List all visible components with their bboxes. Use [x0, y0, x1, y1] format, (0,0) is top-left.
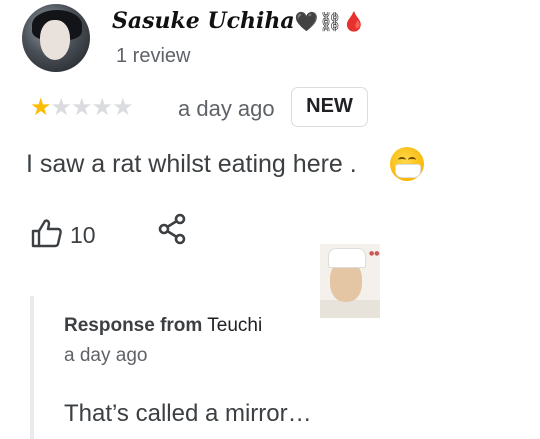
owner-avatar-face: [330, 262, 362, 302]
like-count: 10: [70, 222, 96, 248]
response-from-label: Response from: [64, 315, 203, 336]
reviewer-name-emojis: 🖤⛓🩸: [294, 11, 367, 33]
emoji-mask: [395, 164, 421, 178]
owner-avatar-decoration: ●●●●●: [369, 250, 380, 257]
review-date: a day ago: [178, 96, 275, 121]
face-with-medical-mask-icon: [390, 147, 424, 181]
owner-avatar-body: [320, 300, 380, 318]
star-filled-icon: ★: [30, 93, 51, 121]
response-divider: [30, 296, 34, 439]
reviewer-name-line[interactable]: Sasuke Uchiha🖤⛓🩸: [112, 8, 366, 34]
share-icon[interactable]: [156, 212, 188, 246]
reviewer-avatar[interactable]: [22, 4, 90, 72]
owner-name: Teuchi: [207, 315, 263, 336]
response-heading: Response from Teuchi: [64, 315, 262, 337]
star-empty-icons: ★★★★: [50, 93, 134, 121]
new-badge: NEW: [291, 87, 368, 127]
thumbs-up-icon[interactable]: [30, 218, 64, 248]
reviewer-review-count[interactable]: 1 review: [116, 45, 190, 68]
emoji-eye-left: [398, 157, 406, 163]
emoji-eye-right: [408, 157, 416, 163]
review-text: I saw a rat whilst eating here .: [26, 150, 357, 178]
avatar-face: [40, 20, 70, 60]
response-date: a day ago: [64, 345, 148, 366]
owner-avatar-cap: [328, 248, 366, 268]
reviewer-name[interactable]: Sasuke Uchiha: [112, 8, 295, 34]
star-rating: ★★★★★: [30, 93, 134, 121]
response-text: That’s called a mirror…: [64, 400, 312, 427]
owner-avatar: ●●●●●: [320, 244, 380, 318]
